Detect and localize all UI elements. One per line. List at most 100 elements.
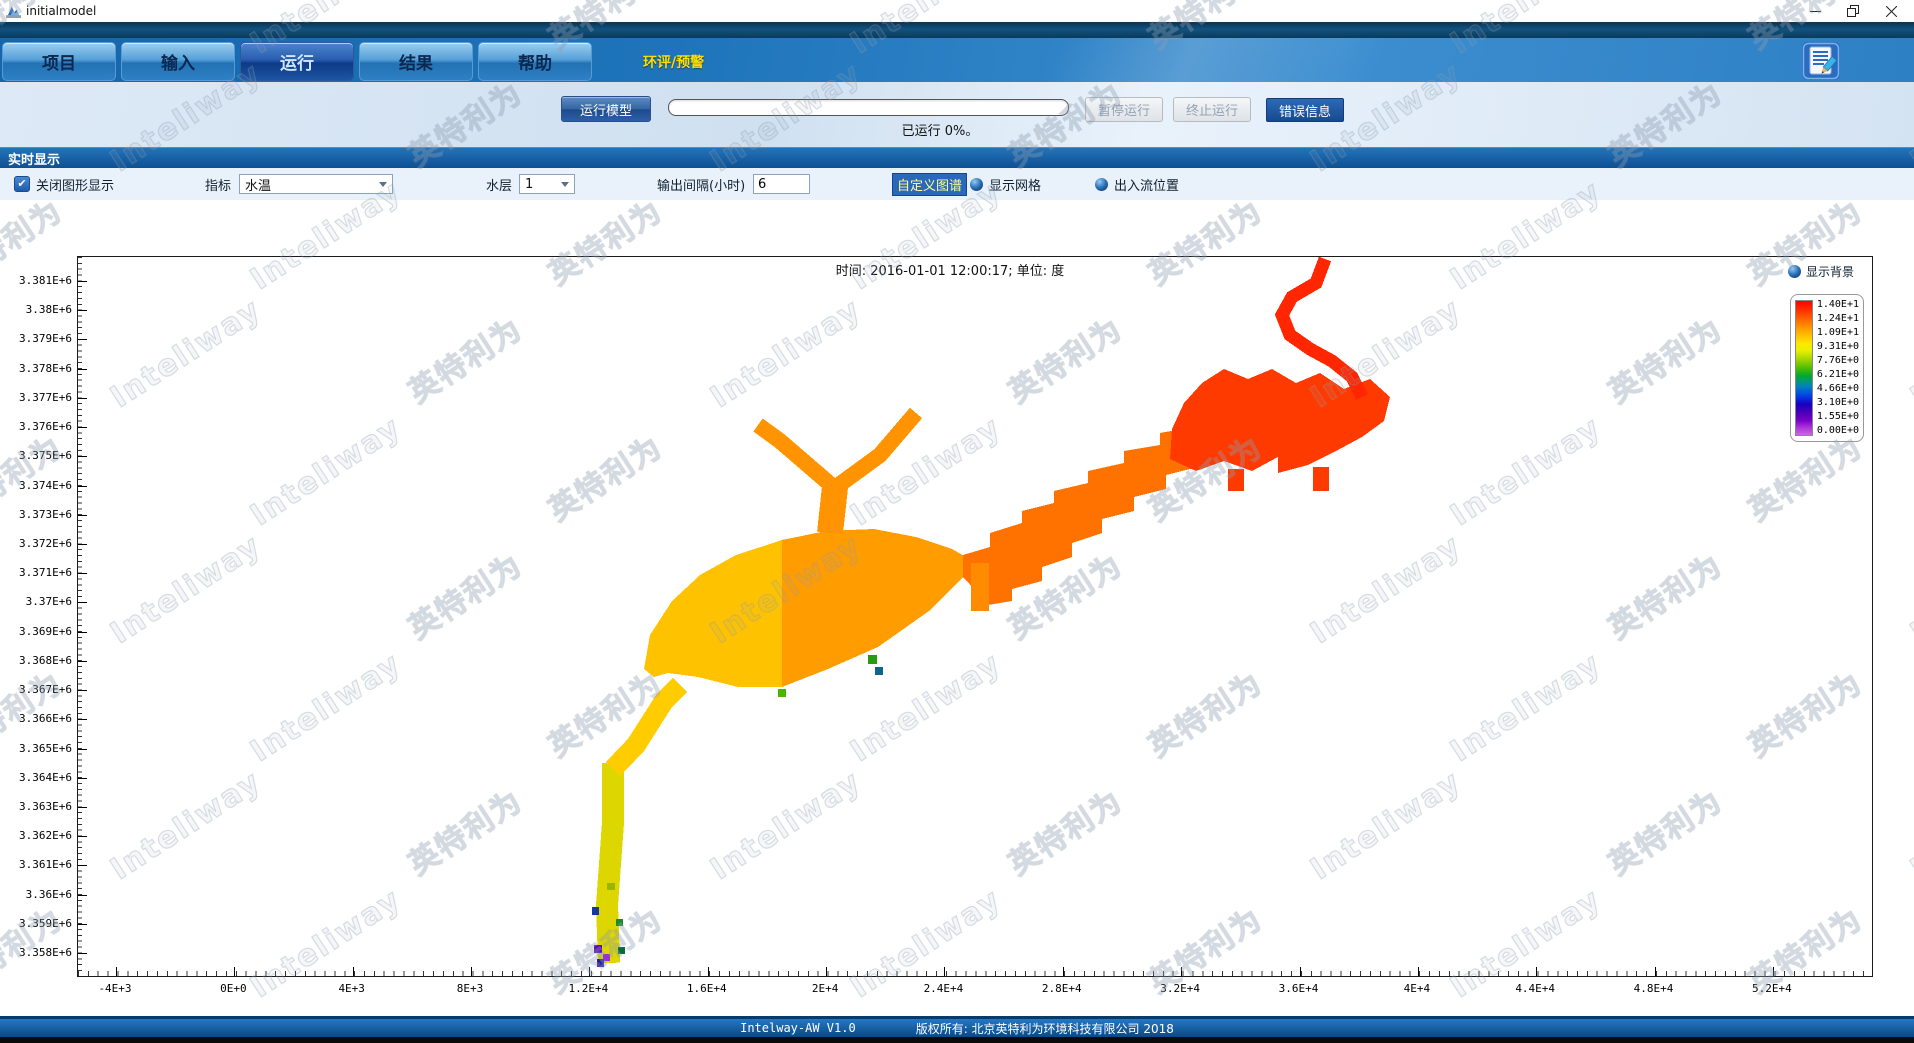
river-shape bbox=[616, 919, 623, 926]
y-axis-label: 3.373E+6 bbox=[0, 508, 72, 521]
y-axis-tick bbox=[78, 281, 87, 282]
river-shape bbox=[1313, 467, 1329, 491]
menu-highlight-label[interactable]: 环评/预警 bbox=[643, 52, 704, 72]
y-axis-label: 3.368E+6 bbox=[0, 654, 72, 667]
y-axis-label: 3.362E+6 bbox=[0, 829, 72, 842]
river-shape bbox=[828, 413, 916, 493]
display-controls: ✔ 关闭图形显示 指标 水温 水层 1 输出间隔(小时) 自定 bbox=[0, 168, 1914, 200]
river-shape bbox=[603, 954, 610, 961]
x-axis-label: 2.8E+4 bbox=[1042, 982, 1082, 995]
river-shape bbox=[607, 763, 613, 963]
y-axis-tick bbox=[78, 924, 87, 925]
river-heatmap bbox=[78, 257, 1872, 976]
indicator-label: 指标 bbox=[205, 175, 231, 194]
y-axis-tick bbox=[78, 369, 87, 370]
y-axis-label: 3.366E+6 bbox=[0, 712, 72, 725]
x-axis-label: 5.2E+4 bbox=[1752, 982, 1792, 995]
river-shape bbox=[1228, 469, 1244, 491]
show-background-label: 显示背景 bbox=[1806, 263, 1854, 280]
bottom-edge bbox=[0, 1037, 1914, 1043]
y-axis-tick bbox=[78, 515, 87, 516]
river-shape bbox=[607, 883, 615, 890]
legend-value: 1.55E+0 bbox=[1817, 412, 1859, 422]
y-axis-tick bbox=[78, 953, 87, 954]
y-axis-tick bbox=[78, 865, 87, 866]
run-model-button[interactable]: 运行模型 bbox=[561, 96, 651, 122]
time-caption: 时间: 2016-01-01 12:00:17; 单位: 度 bbox=[740, 260, 1160, 279]
x-axis-label: 3.6E+4 bbox=[1279, 982, 1319, 995]
x-axis-tick bbox=[1063, 967, 1064, 976]
menu-tab-4[interactable]: 帮助 bbox=[478, 42, 592, 81]
y-axis-tick bbox=[78, 456, 87, 457]
river-shape bbox=[868, 655, 877, 664]
x-axis-label: 4E+3 bbox=[338, 982, 365, 995]
show-background-toggle[interactable]: 显示背景 bbox=[1788, 263, 1854, 280]
y-axis-label: 3.377E+6 bbox=[0, 391, 72, 404]
custom-colormap-button[interactable]: 自定义图谱 bbox=[892, 173, 967, 196]
x-axis-tick bbox=[471, 967, 472, 976]
x-axis-label: 3.2E+4 bbox=[1160, 982, 1200, 995]
menu-tab-3[interactable]: 结果 bbox=[359, 42, 473, 81]
y-axis-tick bbox=[78, 544, 87, 545]
y-axis-label: 3.376E+6 bbox=[0, 420, 72, 433]
run-toolbar: 运行模型 已运行 0%。 暂停运行 终止运行 错误信息 bbox=[0, 82, 1914, 148]
y-axis-label: 3.367E+6 bbox=[0, 683, 72, 696]
status-copyright: 版权所有: 北京英特利为环境科技有限公司 2018 bbox=[916, 1020, 1174, 1037]
river-shape bbox=[644, 540, 782, 687]
river-shape bbox=[782, 529, 980, 687]
menu-tab-1[interactable]: 输入 bbox=[121, 42, 235, 81]
y-axis-label: 3.38E+6 bbox=[0, 303, 72, 316]
interval-input[interactable] bbox=[753, 174, 810, 194]
flow-positions-toggle-icon[interactable] bbox=[1095, 178, 1108, 191]
y-axis-tick bbox=[78, 690, 87, 691]
layer-dropdown[interactable]: 1 bbox=[519, 174, 575, 194]
x-axis-label: 0E+0 bbox=[220, 982, 247, 995]
y-axis-tick bbox=[78, 807, 87, 808]
x-axis-label: 8E+3 bbox=[457, 982, 484, 995]
y-axis-tick bbox=[78, 719, 87, 720]
y-axis-tick bbox=[78, 836, 87, 837]
indicator-dropdown[interactable]: 水温 bbox=[239, 174, 393, 194]
y-axis-tick bbox=[78, 895, 87, 896]
close-button[interactable] bbox=[1872, 0, 1910, 22]
legend-value: 3.10E+0 bbox=[1817, 398, 1859, 408]
y-axis-tick bbox=[78, 632, 87, 633]
minimize-button[interactable] bbox=[1796, 0, 1834, 22]
error-info-button[interactable]: 错误信息 bbox=[1266, 98, 1344, 122]
window-controls bbox=[1796, 0, 1910, 22]
y-axis-tick bbox=[78, 778, 87, 779]
y-axis-label: 3.359E+6 bbox=[0, 917, 72, 930]
legend-value: 1.40E+1 bbox=[1817, 300, 1859, 310]
river-shape bbox=[971, 563, 989, 611]
y-axis-label: 3.365E+6 bbox=[0, 742, 72, 755]
x-axis-tick bbox=[353, 967, 354, 976]
chevron-down-icon bbox=[379, 182, 387, 191]
menu-tab-0[interactable]: 项目 bbox=[2, 42, 116, 81]
y-axis-label: 3.369E+6 bbox=[0, 625, 72, 638]
x-axis-tick bbox=[1536, 967, 1537, 976]
y-axis-label: 3.363E+6 bbox=[0, 800, 72, 813]
stop-run-button[interactable]: 终止运行 bbox=[1173, 97, 1251, 122]
x-axis-tick bbox=[1773, 967, 1774, 976]
x-axis-label: 4E+4 bbox=[1404, 982, 1431, 995]
y-axis-label: 3.381E+6 bbox=[0, 274, 72, 287]
river-shape bbox=[618, 947, 625, 954]
y-axis-label: 3.378E+6 bbox=[0, 362, 72, 375]
pause-run-button[interactable]: 暂停运行 bbox=[1085, 97, 1163, 122]
y-axis-label: 3.371E+6 bbox=[0, 566, 72, 579]
legend-value: 1.09E+1 bbox=[1817, 328, 1859, 338]
river-shape bbox=[758, 425, 838, 491]
close-graphics-checkbox[interactable]: ✔ bbox=[14, 176, 30, 192]
y-axis-label: 3.379E+6 bbox=[0, 332, 72, 345]
top-dark-strip bbox=[0, 22, 1914, 38]
menu-tab-2[interactable]: 运行 bbox=[240, 42, 354, 81]
edit-document-icon[interactable] bbox=[1802, 42, 1840, 80]
y-axis-tick bbox=[78, 339, 87, 340]
legend-value: 4.66E+0 bbox=[1817, 384, 1859, 394]
show-grid-toggle-icon[interactable] bbox=[970, 178, 983, 191]
legend-value: 0.00E+0 bbox=[1817, 426, 1859, 436]
restore-button[interactable] bbox=[1834, 0, 1872, 22]
show-background-icon[interactable] bbox=[1788, 265, 1801, 278]
interval-label: 输出间隔(小时) bbox=[657, 175, 745, 194]
application-window: initialmodel 项目输入运行结果帮助 环评/预警 bbox=[0, 0, 1914, 1043]
